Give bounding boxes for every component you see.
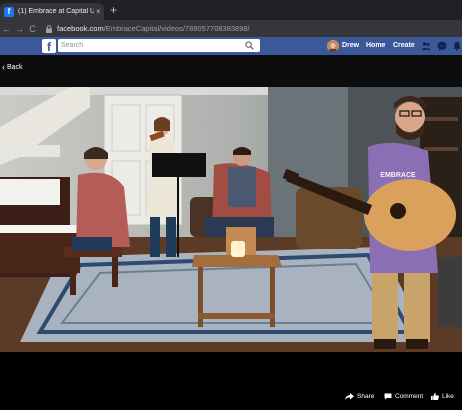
video-footer xyxy=(0,352,462,410)
like-button[interactable]: Like xyxy=(431,393,454,400)
guitarist-pants xyxy=(372,273,398,341)
comment-label: Comment xyxy=(395,393,424,400)
notifications-icon[interactable] xyxy=(452,41,462,51)
profile-link[interactable]: Drew xyxy=(342,42,359,49)
share-button[interactable]: Share xyxy=(345,393,374,400)
back-label: Back xyxy=(7,63,23,71)
url-field[interactable]: facebook.com/EmbraceCapital/videos/78805… xyxy=(57,24,250,33)
piano-keys xyxy=(0,225,80,233)
tab-close-icon[interactable]: × xyxy=(96,7,101,16)
reload-icon[interactable]: C xyxy=(26,24,39,34)
share-icon xyxy=(345,393,354,400)
friends-icon[interactable] xyxy=(421,41,431,51)
search-input[interactable] xyxy=(61,40,241,51)
home-link[interactable]: Home xyxy=(366,42,385,49)
lock-icon xyxy=(46,24,52,33)
create-link[interactable]: Create xyxy=(393,42,415,49)
chevron-left-icon: ‹ xyxy=(2,62,5,72)
sheet-music xyxy=(0,179,60,205)
messenger-icon[interactable] xyxy=(437,41,447,51)
address-bar: ← → C facebook.com/EmbraceCapital/videos… xyxy=(0,20,462,37)
video-frame: EMBRACE xyxy=(0,87,462,352)
chair-right xyxy=(438,257,462,327)
facebook-header: f Drew Home Create xyxy=(0,37,462,55)
search-box xyxy=(58,39,260,52)
share-label: Share xyxy=(357,393,375,400)
comment-icon xyxy=(384,393,392,400)
like-label: Like xyxy=(442,393,454,400)
browser-tab[interactable]: f (1) Embrace at Capital U - Home × xyxy=(0,3,104,20)
search-icon[interactable] xyxy=(245,41,254,50)
avatar[interactable] xyxy=(327,40,339,52)
browser-tab-strip: f (1) Embrace at Capital U - Home × + xyxy=(0,0,462,20)
thumbs-up-icon xyxy=(431,393,439,400)
comment-button[interactable]: Comment xyxy=(384,393,423,400)
facebook-favicon-icon: f xyxy=(4,6,14,17)
back-button[interactable]: ‹ Back xyxy=(2,62,23,72)
acoustic-guitar xyxy=(364,179,456,251)
forward-arrow-icon[interactable]: → xyxy=(13,24,26,34)
piano-lamp-shelf xyxy=(0,145,60,157)
shirt-text: EMBRACE xyxy=(380,172,416,179)
facebook-logo-icon[interactable]: f xyxy=(42,39,56,53)
url-domain: facebook.com xyxy=(57,24,104,33)
avatar-image xyxy=(327,41,339,52)
music-stand xyxy=(152,153,206,177)
back-arrow-icon[interactable]: ← xyxy=(0,24,13,34)
tab-title: (1) Embrace at Capital U - Home xyxy=(18,8,94,15)
video-player[interactable]: EMBRACE xyxy=(0,87,462,352)
new-tab-button[interactable]: + xyxy=(110,4,117,16)
url-path: /EmbraceCapital/videos/788057708383898/ xyxy=(103,24,250,33)
